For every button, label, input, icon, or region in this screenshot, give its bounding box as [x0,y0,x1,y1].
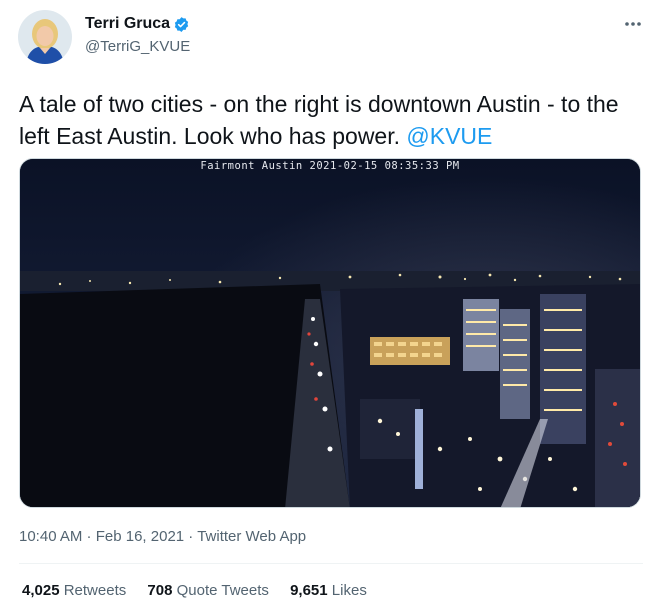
meta-separator: · [82,528,96,545]
author-handle[interactable]: @TerriG_KVUE [85,38,190,55]
tweet-body: A tale of two cities - on the right is d… [19,91,619,149]
meta-separator: · [184,528,198,545]
camera-caption: Fairmont Austin 2021-02-15 08:35:33 PM [200,160,460,172]
retweets-count: 4,025 [22,582,60,599]
divider [19,563,643,564]
likes-label: Likes [331,582,367,599]
retweets-label: Retweets [63,582,127,599]
quote-tweets-stat[interactable]: 708 Quote Tweets [147,582,268,599]
engagement-stats: 4,025 Retweets 708 Quote Tweets 9,651 Li… [22,582,384,599]
tweet-metadata: 10:40 AM · Feb 16, 2021 · Twitter Web Ap… [19,528,306,545]
quote-tweets-label: Quote Tweets [176,582,269,599]
retweets-stat[interactable]: 4,025 Retweets [22,582,126,599]
tweet-time[interactable]: 10:40 AM [19,528,82,545]
night-city-photo [20,159,640,507]
likes-stat[interactable]: 9,651 Likes [290,582,367,599]
author-name[interactable]: Terri Gruca [85,15,170,33]
tweet-text: A tale of two cities - on the right is d… [19,88,644,152]
verified-badge-icon [174,17,189,32]
avatar[interactable] [18,10,72,64]
tweet-source[interactable]: Twitter Web App [197,528,306,545]
likes-count: 9,651 [290,582,328,599]
tweet-media-image[interactable]: Fairmont Austin 2021-02-15 08:35:33 PM [19,158,641,508]
quote-tweets-count: 708 [147,582,173,599]
more-options-icon[interactable] [623,14,643,34]
mention-link[interactable]: @KVUE [406,123,492,149]
tweet-date[interactable]: Feb 16, 2021 [96,528,184,545]
